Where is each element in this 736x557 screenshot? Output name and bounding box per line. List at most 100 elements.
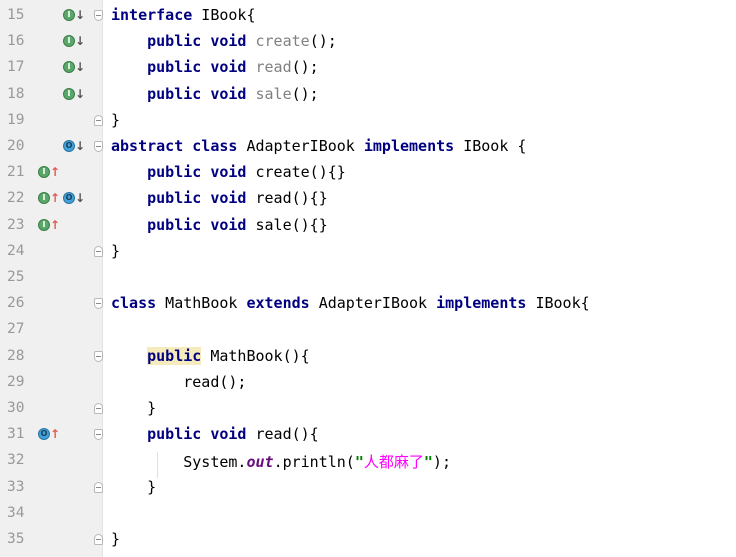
code-line-23[interactable]: 23 I ↑ public void sale(){} — [0, 213, 736, 239]
code-text[interactable]: interface IBook{ — [111, 6, 256, 24]
code-text[interactable]: } — [111, 478, 156, 496]
fold-open-icon[interactable] — [94, 350, 103, 362]
code-line-16[interactable]: 16 I ↓ public void create(); — [0, 29, 736, 55]
indent-guide — [157, 452, 158, 478]
line-number[interactable]: 33 — [7, 479, 31, 495]
fold-close-icon[interactable] — [94, 481, 103, 493]
overrides-method-icon[interactable]: O — [63, 140, 75, 152]
implements-method-icon[interactable]: I — [63, 35, 75, 48]
implements-method-icon[interactable]: I — [63, 87, 75, 100]
code-text[interactable]: public void sale(); — [111, 85, 319, 103]
code-text[interactable]: public void create(); — [111, 32, 337, 50]
keyword-token: void — [210, 32, 247, 51]
keyword-token: public — [147, 215, 202, 234]
code-text[interactable]: public void sale(){} — [111, 216, 328, 234]
implements-method-icon[interactable]: I — [63, 61, 75, 74]
implements-method-icon[interactable]: I — [63, 9, 75, 21]
code-text[interactable]: class MathBook extends AdapterIBook impl… — [111, 294, 590, 312]
line-number[interactable]: 25 — [7, 269, 31, 285]
arrow-up-icon: ↑ — [50, 427, 61, 442]
code-token: (); — [291, 58, 319, 77]
code-token: } — [111, 110, 121, 129]
fold-open-icon[interactable] — [94, 141, 103, 152]
arrow-up-icon: ↑ — [50, 217, 61, 232]
code-token: System. — [111, 453, 247, 472]
code-text[interactable]: public void read(){} — [111, 189, 328, 207]
implements-method-icon[interactable]: I — [38, 166, 50, 179]
code-line-28[interactable]: 28 public MathBook(){ — [0, 344, 736, 370]
line-number[interactable]: 29 — [7, 374, 31, 390]
code-line-34[interactable]: 34 — [0, 501, 736, 527]
keyword-token: public — [147, 84, 202, 103]
code-line-35[interactable]: 35} — [0, 527, 736, 553]
line-number[interactable]: 28 — [7, 348, 31, 364]
code-line-22[interactable]: 22 I ↑ O ↓ public void read(){} — [0, 186, 736, 212]
overrides-method-icon[interactable]: O — [38, 428, 50, 441]
code-line-30[interactable]: 30 } — [0, 396, 736, 422]
line-number[interactable]: 22 — [7, 190, 31, 206]
code-line-32[interactable]: 32 System.out.println("人都麻了"); — [0, 448, 736, 474]
line-number[interactable]: 34 — [7, 505, 31, 521]
line-number[interactable]: 26 — [7, 295, 31, 311]
fold-close-icon[interactable] — [94, 403, 103, 414]
code-text[interactable]: public void read(); — [111, 58, 319, 76]
implements-method-icon[interactable]: I — [38, 218, 50, 231]
arrow-down-icon: ↓ — [75, 86, 86, 101]
keyword-token: abstract — [111, 137, 184, 155]
code-line-27[interactable]: 27 — [0, 317, 736, 343]
fold-close-icon[interactable] — [94, 534, 103, 545]
line-number[interactable]: 32 — [7, 452, 31, 468]
keyword-token: void — [210, 163, 247, 182]
code-line-20[interactable]: 20 O ↓ abstract class AdapterIBook implemen… — [0, 134, 736, 160]
code-line-21[interactable]: 21 I ↑ public void create(){} — [0, 160, 736, 186]
code-text[interactable]: public void create(){} — [111, 163, 346, 181]
keyword-token: extends — [246, 294, 310, 313]
line-number[interactable]: 20 — [7, 138, 31, 154]
code-text[interactable]: abstract class AdapterIBook implements I… — [111, 137, 526, 155]
code-text[interactable]: } — [111, 399, 156, 417]
code-text[interactable]: read(); — [111, 373, 246, 391]
code-text[interactable]: } — [111, 242, 120, 260]
line-number[interactable]: 35 — [7, 531, 31, 547]
code-text[interactable]: } — [111, 530, 120, 548]
line-number[interactable]: 31 — [7, 426, 31, 442]
implements-method-icon[interactable]: I — [38, 192, 50, 205]
line-number[interactable]: 18 — [7, 86, 31, 102]
code-editor[interactable]: 15 I ↓ interface IBook{16 I ↓ public void cre… — [0, 0, 736, 557]
code-line-24[interactable]: 24} — [0, 239, 736, 265]
code-line-31[interactable]: 31 O ↑ public void read(){ — [0, 422, 736, 448]
line-number[interactable]: 15 — [7, 7, 31, 23]
keyword-token: void — [210, 215, 247, 234]
code-token: out — [246, 453, 274, 472]
code-line-17[interactable]: 17 I ↓ public void read(); — [0, 55, 736, 81]
fold-close-icon[interactable] — [94, 114, 103, 126]
overrides-method-icon[interactable]: O — [63, 192, 75, 205]
line-number[interactable]: 16 — [7, 33, 31, 49]
code-line-19[interactable]: 19} — [0, 108, 736, 134]
line-number[interactable]: 30 — [7, 400, 31, 416]
code-line-29[interactable]: 29 read(); — [0, 370, 736, 396]
fold-open-icon[interactable] — [94, 429, 103, 441]
code-text[interactable]: public MathBook(){ — [111, 346, 310, 365]
code-line-25[interactable]: 25 — [0, 265, 736, 291]
fold-close-icon[interactable] — [94, 245, 103, 257]
code-line-15[interactable]: 15 I ↓ interface IBook{ — [0, 3, 736, 29]
code-line-33[interactable]: 33 } — [0, 475, 736, 501]
line-number[interactable]: 27 — [7, 321, 31, 337]
code-text[interactable]: System.out.println("人都麻了"); — [111, 451, 451, 472]
fold-open-icon[interactable] — [94, 10, 103, 21]
line-number[interactable]: 24 — [7, 243, 31, 259]
keyword-token: class — [111, 294, 157, 313]
line-number[interactable]: 17 — [7, 59, 31, 75]
code-text[interactable]: public void read(){ — [111, 425, 319, 443]
line-number[interactable]: 23 — [7, 217, 31, 233]
line-number[interactable]: 21 — [7, 164, 31, 180]
code-line-26[interactable]: 26 class MathBook extends AdapterIBook im… — [0, 291, 736, 317]
code-token: AdapterIBook — [237, 137, 364, 155]
fold-open-icon[interactable] — [94, 298, 103, 310]
line-number[interactable]: 19 — [7, 112, 31, 128]
code-line-18[interactable]: 18 I ↓ public void sale(); — [0, 82, 736, 108]
code-token: } — [111, 530, 121, 548]
code-text[interactable]: } — [111, 111, 120, 129]
